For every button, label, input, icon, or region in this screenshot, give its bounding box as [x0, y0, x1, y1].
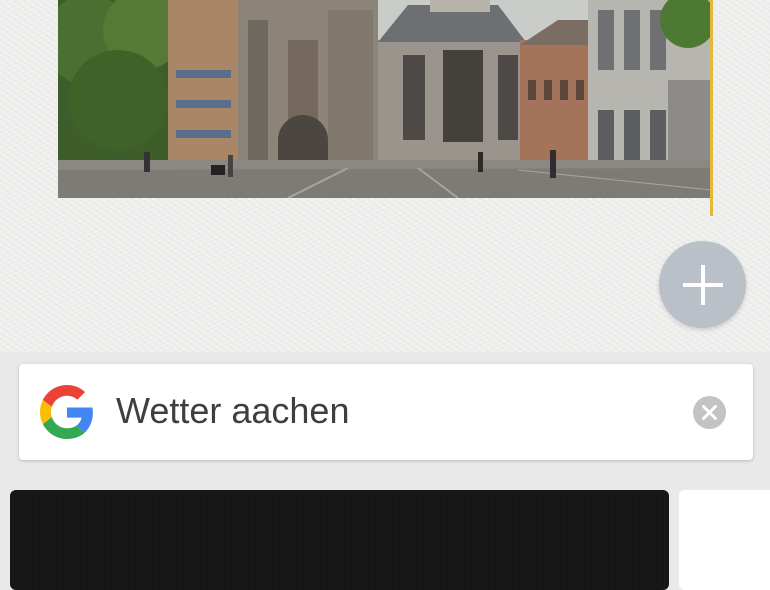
clear-search-button[interactable] [693, 396, 726, 429]
plus-icon [682, 264, 723, 305]
add-button[interactable] [659, 241, 746, 328]
search-query-text[interactable]: Wetter aachen [116, 388, 349, 434]
google-g-icon [40, 385, 93, 439]
aachen-cathedral-photo[interactable] [58, 0, 712, 198]
result-card-next[interactable] [679, 490, 770, 590]
result-card-dark[interactable] [10, 490, 669, 590]
close-icon [702, 405, 717, 420]
accent-divider [710, 0, 713, 216]
